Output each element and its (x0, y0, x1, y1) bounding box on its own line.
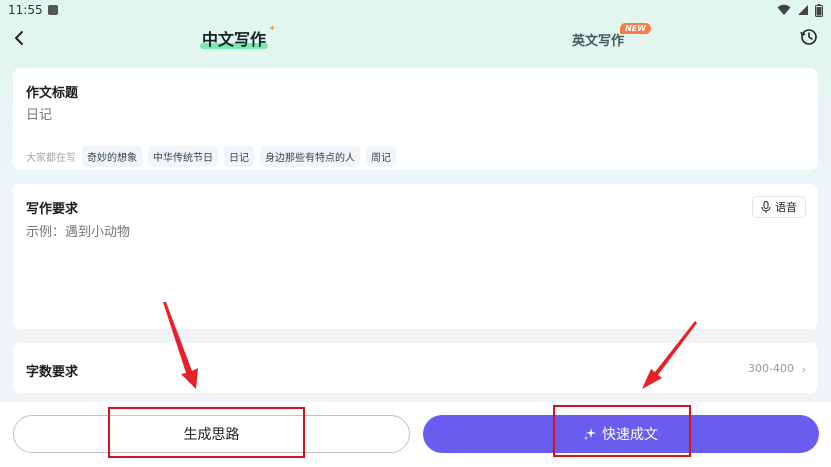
status-right (777, 3, 823, 17)
writing-requirements-card: 写作要求 语音 (13, 184, 818, 329)
word-count-label: 字数要求 (26, 365, 79, 380)
status-bar: 11:55 (0, 0, 831, 20)
tab-chinese-writing[interactable]: 中文写作 ✦ (200, 24, 276, 50)
essay-title-card: 作文标题 大家都在写 奇妙的想象 中华传统节日 日记 身边那些有特点的人 周记 (13, 68, 818, 170)
header: 中文写作 ✦ 英文写作 NEW (0, 20, 831, 60)
chevron-right-icon: › (801, 363, 806, 376)
tab-english-writing[interactable]: 英文写作 (572, 30, 624, 49)
topic-chip[interactable]: 身边那些有特点的人 (260, 146, 360, 167)
topic-chip[interactable]: 日记 (224, 146, 254, 167)
topic-chip[interactable]: 中华传统节日 (148, 146, 218, 167)
battery-icon (815, 3, 823, 17)
voice-input-button[interactable]: 语音 (752, 196, 806, 218)
requirements-input[interactable] (26, 225, 726, 240)
word-count-card[interactable]: 字数要求 300-400 › (13, 343, 818, 393)
notification-icon (47, 5, 58, 15)
sparkle-star-icon: ✦ (268, 24, 277, 34)
annotation-box-generate-ideas (108, 407, 305, 458)
requirements-label: 写作要求 (26, 202, 79, 217)
tab-english-label: 英文写作 (572, 34, 625, 49)
essay-title-input[interactable] (26, 108, 786, 123)
voice-label: 语音 (775, 201, 797, 214)
status-time: 11:55 (8, 3, 43, 17)
wifi-icon (777, 4, 791, 15)
history-icon[interactable] (800, 28, 818, 46)
new-badge: NEW (620, 23, 651, 34)
essay-title-label: 作文标题 (26, 86, 79, 101)
word-count-value: 300-400 (748, 362, 794, 375)
topic-chip[interactable]: 奇妙的想象 (82, 146, 142, 167)
tab-chinese-label: 中文写作 (202, 30, 267, 49)
signal-icon (798, 5, 808, 15)
topic-chip[interactable]: 周记 (366, 146, 396, 167)
status-left: 11:55 (8, 3, 58, 17)
annotation-box-quick-write (553, 405, 691, 457)
microphone-icon (761, 201, 771, 213)
trending-topics: 大家都在写 奇妙的想象 中华传统节日 日记 身边那些有特点的人 周记 (26, 146, 396, 167)
trending-label: 大家都在写 (26, 153, 76, 164)
back-arrow-icon[interactable] (10, 28, 30, 48)
